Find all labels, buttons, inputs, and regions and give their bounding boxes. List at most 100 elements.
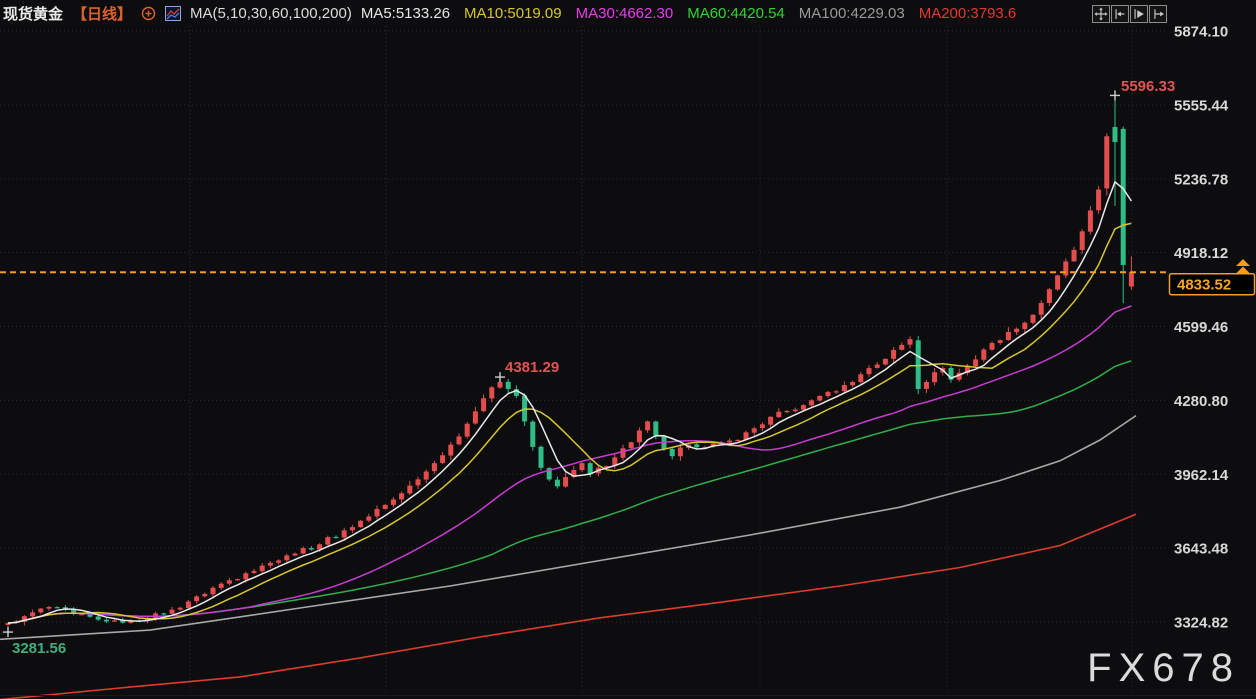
indicator-chart-icon[interactable] — [165, 6, 181, 21]
candle-body — [678, 447, 683, 456]
ma-legend-item: MA60:4420.54 — [687, 5, 785, 22]
candle-body — [727, 441, 732, 443]
candle-body — [301, 548, 306, 553]
ma5-line — [8, 182, 1131, 623]
last-price-value: 4833.52 — [1177, 277, 1231, 294]
candle-body — [530, 422, 535, 447]
candle-body — [407, 486, 412, 494]
candle-body — [629, 442, 634, 448]
candle-body — [194, 596, 199, 601]
candle-body — [1014, 329, 1019, 332]
candle-body — [588, 463, 593, 473]
candle-body — [391, 499, 396, 504]
candle-body — [219, 584, 224, 588]
candle-body — [383, 505, 388, 509]
candle-body — [899, 345, 904, 350]
candle-body — [1047, 289, 1052, 303]
candle-body — [793, 410, 798, 412]
candle-body — [252, 571, 257, 573]
candle-body — [358, 521, 363, 527]
price-annotation: 3281.56 — [12, 640, 66, 657]
candle-body — [416, 479, 421, 485]
candle-body — [637, 430, 642, 442]
y-axis-label: 4280.80 — [1174, 393, 1228, 410]
candle-body — [694, 444, 699, 447]
candle-body — [47, 607, 52, 609]
candle-body — [260, 566, 265, 572]
chart-header: 现货黄金 【日线】 MA(5,10,30,60,100,200) MA5:513… — [0, 0, 1256, 26]
candle-body — [178, 608, 183, 610]
candle-body — [735, 440, 740, 441]
candle-body — [1104, 136, 1109, 188]
candle-body — [457, 436, 462, 444]
candle-body — [473, 411, 478, 423]
candle-body — [1022, 323, 1027, 329]
extreme-cross-marker — [495, 372, 505, 382]
candle-body — [243, 573, 248, 579]
candle-body — [826, 392, 831, 396]
y-axis-label: 4918.12 — [1174, 245, 1228, 262]
circle-plus-icon[interactable] — [141, 6, 156, 21]
candle-body — [645, 421, 650, 430]
candle-body — [850, 382, 855, 385]
candle-body — [998, 340, 1003, 343]
ma10-line — [8, 223, 1131, 623]
candle-body — [268, 563, 273, 566]
candle-body — [858, 374, 863, 382]
candle-body — [1088, 210, 1093, 231]
candle-body — [1121, 129, 1126, 265]
y-axis-label: 3962.14 — [1174, 467, 1229, 484]
candle-body — [867, 368, 872, 374]
y-axis-label: 3324.82 — [1174, 615, 1228, 632]
candlestick-chart[interactable]: 5874.105555.445236.784918.124599.464280.… — [0, 0, 1256, 699]
extreme-cross-marker — [1110, 90, 1120, 100]
y-axis-label: 5236.78 — [1174, 171, 1228, 188]
candle-body — [834, 391, 839, 392]
candle-body — [1080, 231, 1085, 250]
price-up-arrow-icon — [1236, 259, 1250, 274]
candle-body — [670, 449, 675, 456]
candle-body — [752, 428, 757, 432]
candle-body — [481, 398, 486, 411]
candle-body — [170, 610, 175, 614]
candle-body — [932, 372, 937, 382]
candle-body — [809, 400, 814, 405]
candle-body — [489, 387, 494, 398]
y-axis-label: 5874.10 — [1174, 24, 1228, 41]
candle-body — [776, 412, 781, 417]
candle-body — [375, 509, 380, 516]
candle-body — [202, 594, 207, 596]
go-to-end-icon[interactable] — [1149, 5, 1167, 23]
ma-legend-item: MA10:5019.09 — [464, 5, 562, 22]
candle-body — [875, 365, 880, 368]
candle-body — [973, 359, 978, 366]
move-chart-icon[interactable] — [1092, 5, 1110, 23]
ma-legend: MA5:5133.26MA10:5019.09MA30:4662.30MA60:… — [361, 5, 1030, 22]
chart-toolbar — [1092, 5, 1167, 23]
candle-body — [990, 343, 995, 350]
candle-body — [104, 620, 109, 622]
candle-body — [276, 560, 281, 562]
candle-body — [817, 396, 822, 401]
candle-body — [1129, 272, 1134, 286]
price-annotation: 5596.33 — [1121, 78, 1175, 95]
candle-body — [1031, 315, 1036, 323]
candle-body — [801, 405, 806, 409]
candle-body — [498, 382, 503, 388]
candle-body — [79, 614, 84, 615]
candle-body — [539, 447, 544, 468]
candle-body — [1113, 127, 1118, 142]
ma-legend-item: MA30:4662.30 — [576, 5, 674, 22]
candle-body — [1055, 275, 1060, 289]
candle-body — [432, 463, 437, 471]
candle-body — [161, 613, 166, 614]
candle-body — [555, 480, 560, 487]
extreme-cross-marker — [3, 627, 13, 637]
price-annotation: 4381.29 — [505, 359, 559, 376]
candle-body — [908, 339, 913, 345]
candle-body — [883, 359, 888, 365]
go-to-start-icon[interactable] — [1111, 5, 1129, 23]
candle-body — [211, 588, 216, 594]
period-label: 【日线】 — [72, 3, 132, 24]
auto-scroll-icon[interactable] — [1130, 5, 1148, 23]
